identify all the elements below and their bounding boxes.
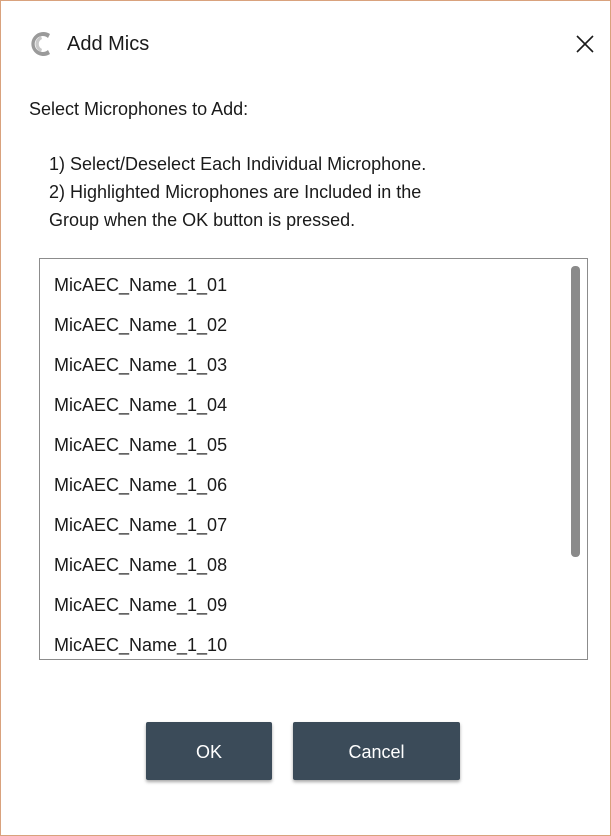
instruction-line: 2) Highlighted Microphones are Included … — [49, 182, 422, 202]
title-bar[interactable]: Add Mics — [1, 1, 610, 87]
add-mics-dialog: Add Mics Select Microphones to Add: 1) S… — [0, 0, 611, 836]
list-item[interactable]: MicAEC_Name_1_09 — [54, 586, 554, 624]
microphone-list[interactable]: MicAEC_Name_1_01 MicAEC_Name_1_02 MicAEC… — [39, 258, 588, 660]
brand-c-logo-icon — [31, 32, 50, 56]
ok-button[interactable]: OK — [146, 722, 272, 780]
list-item[interactable]: MicAEC_Name_1_03 — [54, 346, 554, 384]
list-item[interactable]: MicAEC_Name_1_10 — [54, 626, 554, 659]
list-item[interactable]: MicAEC_Name_1_07 — [54, 506, 554, 544]
instruction-line: Group when the OK button is pressed. — [49, 210, 356, 230]
instruction-line: 1) Select/Deselect Each Individual Micro… — [49, 154, 427, 174]
scrollbar-thumb[interactable] — [571, 266, 580, 557]
window-title: Add Mics — [67, 33, 150, 55]
close-icon[interactable] — [568, 27, 602, 61]
instructions: 1) Select/Deselect Each Individual Micro… — [49, 150, 589, 234]
list-item[interactable]: MicAEC_Name_1_08 — [54, 546, 554, 584]
select-prompt: Select Microphones to Add: — [29, 99, 249, 119]
list-item[interactable]: MicAEC_Name_1_04 — [54, 386, 554, 424]
list-item[interactable]: MicAEC_Name_1_01 — [54, 266, 554, 304]
list-item[interactable]: MicAEC_Name_1_02 — [54, 306, 554, 344]
list-item[interactable]: MicAEC_Name_1_05 — [54, 426, 554, 464]
cancel-button[interactable]: Cancel — [293, 722, 460, 780]
list-item[interactable]: MicAEC_Name_1_06 — [54, 466, 554, 504]
list-scrollbar[interactable] — [567, 259, 587, 659]
